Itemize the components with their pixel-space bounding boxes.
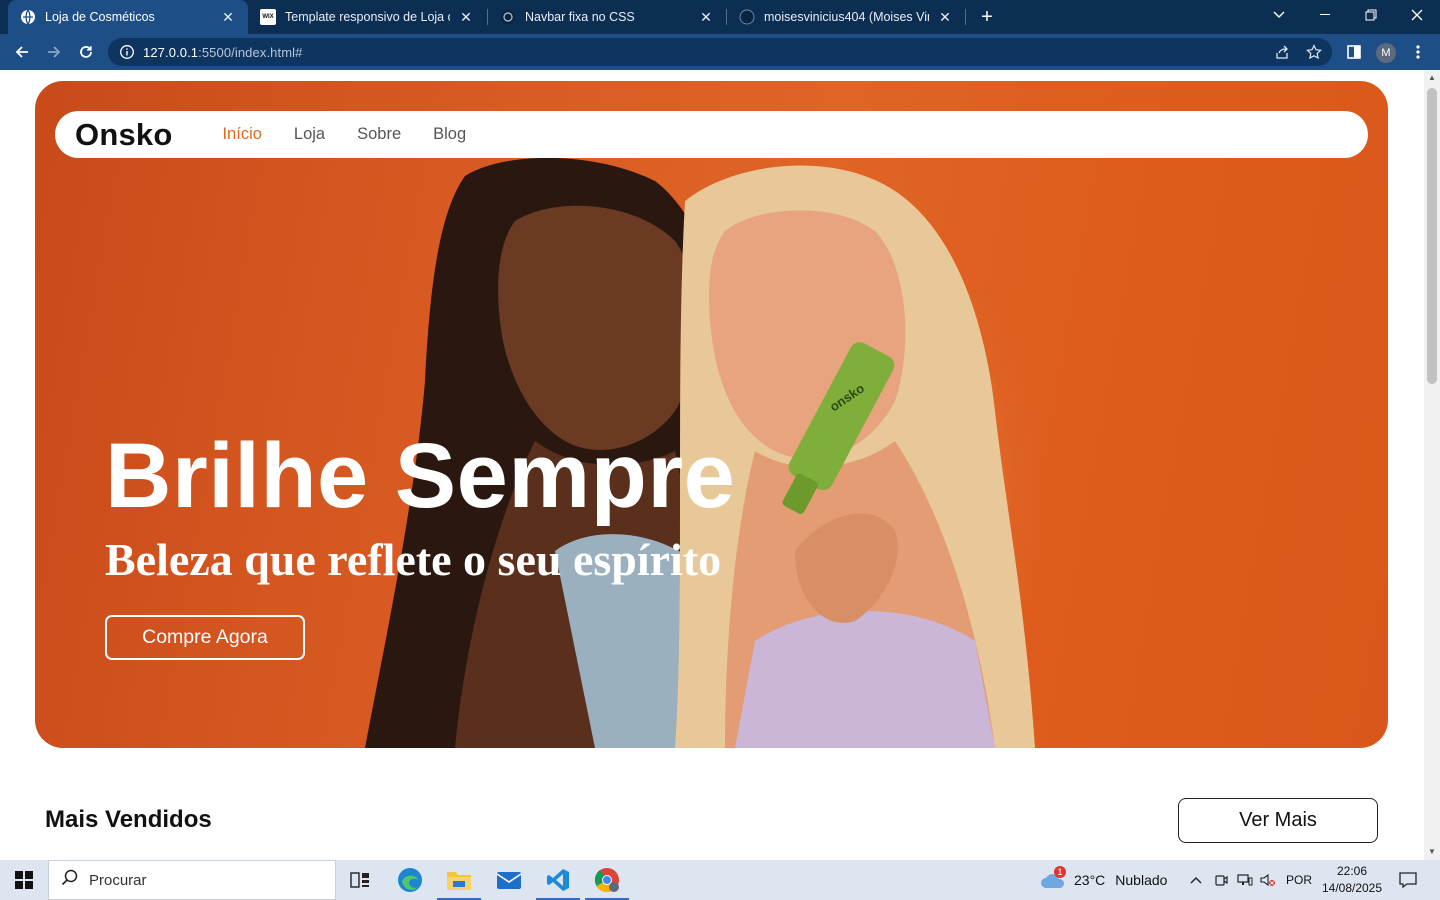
tab-navbar-fixa[interactable]: Navbar fixa no CSS ✕	[488, 0, 726, 34]
clock-date: 14/08/2025	[1321, 881, 1383, 895]
weather-widget[interactable]: 1 23°C Nublado	[1040, 860, 1167, 900]
tab-template-responsivo[interactable]: WIX Template responsivo de Loja de cosmé…	[248, 0, 486, 34]
globe-icon	[20, 9, 36, 25]
edge-browser-icon[interactable]	[386, 860, 434, 900]
file-explorer-icon[interactable]	[435, 860, 483, 900]
wix-icon: WIX	[260, 9, 276, 25]
search-placeholder: Procurar	[89, 871, 147, 889]
best-sellers-title: Mais Vendidos	[45, 806, 212, 833]
nav-link-loja[interactable]: Loja	[294, 125, 325, 144]
weather-temperature: 23°C	[1074, 872, 1106, 888]
clock-time: 22:06	[1336, 864, 1368, 878]
taskbar-search-box[interactable]: Procurar	[48, 860, 336, 900]
url-text: 127.0.0.1:5500/index.html#	[143, 44, 303, 60]
page-viewport: onsko Onsko Início Loja Sobre Blog Brilh…	[0, 70, 1424, 860]
windows-taskbar: Procurar 1 23°C Nublado POR 22:06 14/08/…	[0, 860, 1440, 900]
github-icon	[739, 9, 755, 25]
task-view-icon[interactable]	[336, 860, 384, 900]
language-indicator[interactable]: POR	[1284, 860, 1314, 900]
tab-title: Loja de Cosméticos	[45, 10, 155, 24]
site-info-icon[interactable]	[119, 44, 135, 60]
nav-link-inicio[interactable]: Início	[222, 125, 261, 144]
hero-banner: onsko Onsko Início Loja Sobre Blog Brilh…	[35, 81, 1388, 748]
restore-icon[interactable]	[1348, 0, 1394, 30]
hero-subtitle: Beleza que reflete o seu espírito	[105, 534, 722, 585]
tab-title: Navbar fixa no CSS	[525, 10, 635, 24]
page-scrollbar[interactable]: ▲ ▼	[1424, 70, 1440, 860]
nav-link-sobre[interactable]: Sobre	[357, 125, 401, 144]
minimize-icon[interactable]	[1302, 0, 1348, 30]
tab-title: moisesvinicius404 (Moises Vinicius)	[764, 10, 929, 24]
brand-logo[interactable]: Onsko	[75, 117, 172, 153]
close-tab-icon[interactable]: ✕	[698, 9, 714, 25]
browser-toolbar: 127.0.0.1:5500/index.html#	[0, 34, 1440, 70]
taskbar-clock[interactable]: 22:06 14/08/2025	[1318, 863, 1386, 897]
windows-start-icon[interactable]	[0, 860, 48, 900]
new-tab-button[interactable]: +	[976, 6, 998, 28]
vscode-icon[interactable]	[534, 860, 582, 900]
mail-icon[interactable]	[485, 860, 533, 900]
scroll-down-icon[interactable]: ▼	[1428, 848, 1436, 856]
close-tab-icon[interactable]: ✕	[220, 9, 236, 25]
address-bar[interactable]: 127.0.0.1:5500/index.html#	[108, 38, 1332, 66]
forward-icon[interactable]	[40, 38, 68, 66]
tab-loja-de-cosmeticos[interactable]: Loja de Cosméticos ✕	[8, 0, 248, 34]
tab-github[interactable]: moisesvinicius404 (Moises Vinicius) ✕	[727, 0, 965, 34]
see-more-button[interactable]: Ver Mais	[1178, 798, 1378, 843]
close-window-icon[interactable]	[1394, 0, 1440, 30]
bookmark-star-icon[interactable]	[1300, 38, 1328, 66]
profile-avatar[interactable]: M	[1376, 43, 1396, 63]
reload-icon[interactable]	[72, 38, 100, 66]
back-icon[interactable]	[8, 38, 36, 66]
side-panel-icon[interactable]	[1340, 38, 1368, 66]
scrollbar-thumb[interactable]	[1427, 88, 1437, 384]
chrome-icon[interactable]	[583, 860, 631, 900]
openai-icon	[500, 9, 516, 25]
search-icon	[61, 869, 79, 892]
site-navbar: Onsko Início Loja Sobre Blog	[55, 111, 1368, 158]
close-tab-icon[interactable]: ✕	[937, 9, 953, 25]
cloud-icon: 1	[1040, 866, 1066, 890]
weather-description: Nublado	[1115, 872, 1168, 888]
weather-alert-badge: 1	[1054, 866, 1066, 878]
tab-search-icon[interactable]	[1256, 0, 1302, 30]
nav-link-blog[interactable]: Blog	[433, 125, 466, 144]
scroll-up-icon[interactable]: ▲	[1428, 74, 1436, 82]
shop-now-button[interactable]: Compre Agora	[105, 615, 305, 660]
meet-now-icon[interactable]	[1211, 860, 1231, 900]
share-icon[interactable]	[1268, 38, 1296, 66]
show-hidden-icons-chevron-icon[interactable]	[1186, 860, 1206, 900]
tab-title: Template responsivo de Loja de cosmético…	[285, 10, 450, 24]
tab-separator	[965, 9, 966, 25]
close-tab-icon[interactable]: ✕	[458, 9, 474, 25]
browser-tab-bar: Loja de Cosméticos ✕ WIX Template respon…	[0, 0, 1440, 34]
menu-kebab-icon[interactable]	[1404, 38, 1432, 66]
volume-muted-icon[interactable]	[1258, 860, 1278, 900]
hero-title: Brilhe Sempre	[105, 425, 736, 527]
notifications-icon[interactable]	[1394, 860, 1422, 900]
network-icon[interactable]	[1235, 860, 1255, 900]
